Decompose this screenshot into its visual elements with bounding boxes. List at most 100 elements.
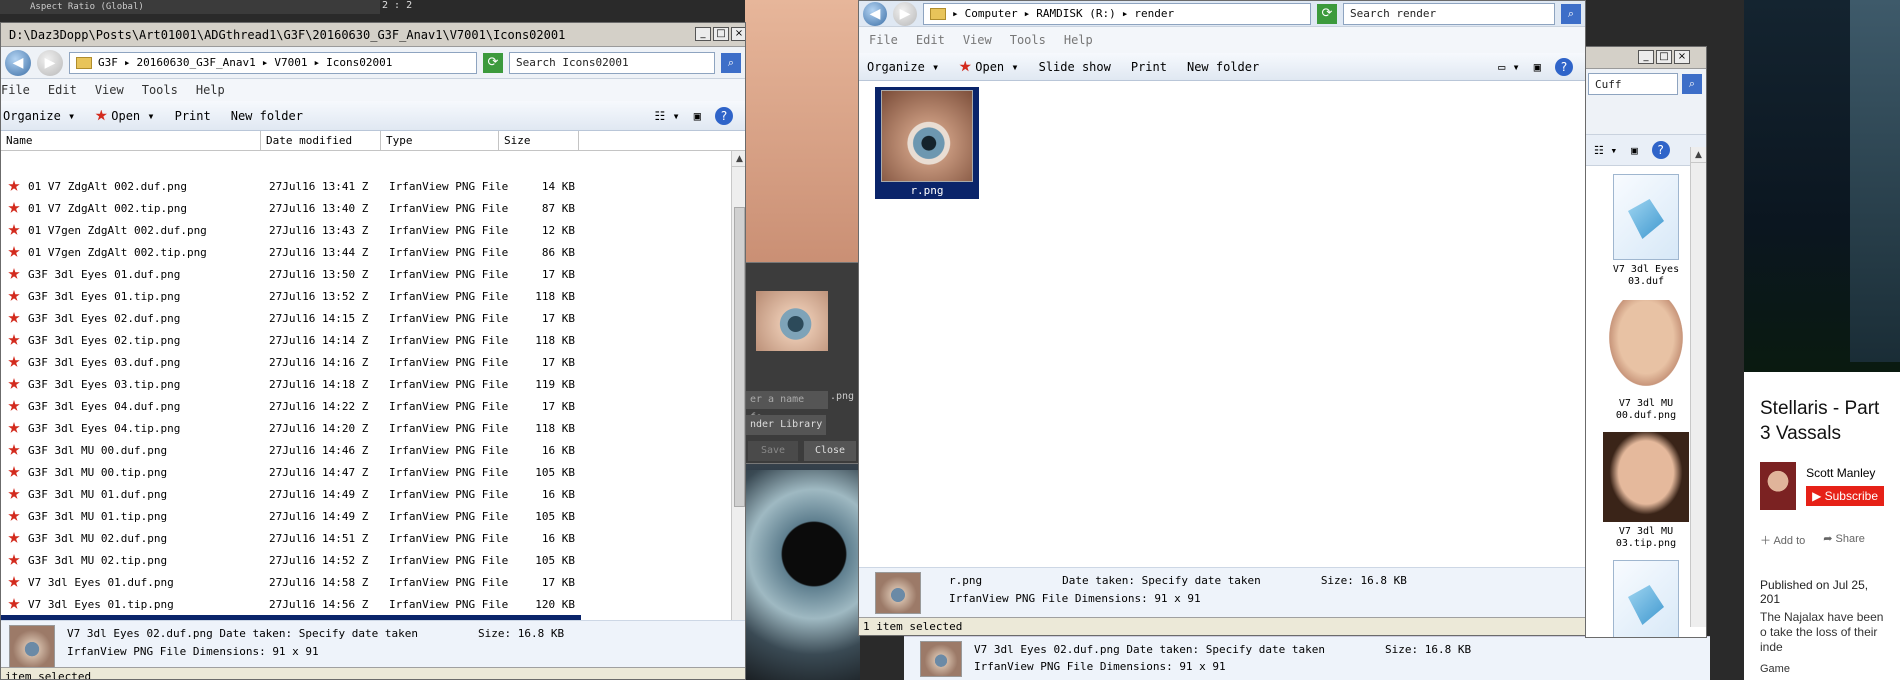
render-thumbnail[interactable]: [756, 291, 828, 351]
table-row[interactable]: 01 V7gen ZdgAlt 002.tip.png 27Jul16 13:44…: [1, 241, 581, 263]
right-organize-button[interactable]: Organize ▾: [867, 60, 939, 74]
right-new-folder-button[interactable]: New folder: [1187, 60, 1259, 74]
partial-pane-icon[interactable]: ▣: [1631, 144, 1638, 157]
column-type[interactable]: Type: [381, 131, 499, 150]
table-row[interactable]: G3F 3dl Eyes 02.duf.png 27Jul16 14:15 Z Ir…: [1, 307, 581, 329]
right-crumb-2[interactable]: render: [1134, 7, 1174, 20]
preview-pane-icon[interactable]: ▣: [694, 109, 701, 123]
scroll-thumb[interactable]: [734, 207, 745, 507]
menu-edit[interactable]: Edit: [48, 83, 77, 97]
scroll-up-icon[interactable]: ▲: [732, 151, 745, 167]
table-row[interactable]: G3F 3dl Eyes 01.duf.png 27Jul16 13:50 Z Ir…: [1, 263, 581, 285]
right-address-bar[interactable]: ▸ Computer ▸ RAMDISK (R:) ▸ render: [923, 2, 1311, 25]
add-to-button[interactable]: ＋ Add to: [1760, 532, 1805, 548]
table-row[interactable]: G3F 3dl Eyes 04.duf.png 27Jul16 14:22 Z Ir…: [1, 395, 581, 417]
right-menu-view[interactable]: View: [963, 33, 992, 47]
partial-scrollbar[interactable]: ▲: [1690, 147, 1706, 627]
maximize-icon[interactable]: □: [713, 27, 729, 41]
new-folder-button[interactable]: New folder: [231, 109, 303, 123]
right-menu-edit[interactable]: Edit: [916, 33, 945, 47]
partial-search-input[interactable]: Cuff: [1588, 73, 1678, 95]
column-size[interactable]: Size: [499, 131, 579, 150]
help-icon[interactable]: ?: [715, 106, 733, 125]
right-views-icon[interactable]: ▭ ▾: [1498, 60, 1520, 74]
partial-item-3[interactable]: [1586, 560, 1706, 637]
organize-button[interactable]: Organize ▾: [3, 109, 75, 123]
left-vertical-scrollbar[interactable]: ▲: [731, 151, 745, 639]
open-button[interactable]: Open ▾: [95, 109, 155, 123]
menu-file[interactable]: File: [1, 83, 30, 97]
slideshow-button[interactable]: Slide show: [1039, 60, 1111, 74]
table-row[interactable]: G3F 3dl Eyes 02.tip.png 27Jul16 14:14 Z Ir…: [1, 329, 581, 351]
table-row[interactable]: G3F 3dl MU 02.tip.png 27Jul16 14:52 Z Irfa…: [1, 549, 581, 571]
refresh-icon[interactable]: ⟳: [483, 52, 503, 73]
back-button[interactable]: ◀: [5, 49, 31, 76]
table-row[interactable]: 01 V7 ZdgAlt 002.duf.png 27Jul16 13:41 Z I…: [1, 175, 581, 197]
right-back-button[interactable]: ◀: [863, 1, 887, 26]
render-name-input[interactable]: er a name fo...: [746, 391, 828, 423]
right-menu-tools[interactable]: Tools: [1010, 33, 1046, 47]
close-icon[interactable]: ×: [731, 27, 745, 41]
render-file-item[interactable]: r.png: [875, 87, 979, 199]
render-library-select[interactable]: nder Library ▾: [746, 415, 826, 450]
menu-view[interactable]: View: [95, 83, 124, 97]
partial-item-1[interactable]: V7 3dl MU 00.duf.png: [1586, 300, 1706, 422]
left-address-bar[interactable]: G3F ▸ 20160630_G3F_Anav1 ▸ V7001 ▸ Icons020…: [69, 51, 477, 74]
partial-minimize-icon[interactable]: _: [1638, 50, 1654, 64]
crumb-0[interactable]: G3F: [98, 56, 118, 69]
right-menu-file[interactable]: File: [869, 33, 898, 47]
right-crumb-0[interactable]: Computer: [965, 7, 1018, 20]
right-forward-button[interactable]: ▶: [893, 1, 917, 26]
menu-tools[interactable]: Tools: [142, 83, 178, 97]
right-search-input[interactable]: Search render: [1343, 2, 1555, 25]
column-date[interactable]: Date modified: [261, 131, 381, 150]
right-search-icon[interactable]: ⌕: [1561, 3, 1581, 24]
right-help-icon[interactable]: ?: [1555, 57, 1573, 76]
share-button[interactable]: ➦ Share: [1823, 532, 1865, 548]
table-row[interactable]: G3F 3dl Eyes 01.tip.png 27Jul16 13:52 Z Ir…: [1, 285, 581, 307]
search-icon[interactable]: ⌕: [721, 52, 741, 73]
table-row[interactable]: G3F 3dl Eyes 03.tip.png 27Jul16 14:18 Z Ir…: [1, 373, 581, 395]
partial-close-icon[interactable]: ×: [1674, 50, 1690, 64]
menu-help[interactable]: Help: [196, 83, 225, 97]
table-row[interactable]: 01 V7 ZdgAlt 002.tip.png 27Jul16 13:40 Z I…: [1, 197, 581, 219]
right-preview-pane-icon[interactable]: ▣: [1534, 60, 1541, 74]
right-refresh-icon[interactable]: ⟳: [1317, 3, 1337, 24]
table-row[interactable]: V7 3dl Eyes 01.tip.png 27Jul16 14:56 Z Irf…: [1, 593, 581, 615]
crumb-2[interactable]: V7001: [274, 56, 307, 69]
table-row[interactable]: G3F 3dl Eyes 03.duf.png 27Jul16 14:16 Z Ir…: [1, 351, 581, 373]
partial-search-icon[interactable]: ⌕: [1682, 74, 1702, 94]
print-button[interactable]: Print: [175, 109, 211, 123]
render-close-button[interactable]: Close: [804, 441, 856, 461]
table-row[interactable]: G3F 3dl MU 02.duf.png 27Jul16 14:51 Z Irfa…: [1, 527, 581, 549]
subscribe-button[interactable]: ▶ Subscribe: [1806, 486, 1884, 506]
crumb-3[interactable]: Icons02001: [326, 56, 392, 69]
partial-views-icon[interactable]: ☷ ▾: [1594, 144, 1617, 157]
right-print-button[interactable]: Print: [1131, 60, 1167, 74]
right-open-button[interactable]: Open ▾: [959, 60, 1019, 74]
right-crumb-1[interactable]: RAMDISK (R:): [1036, 7, 1115, 20]
forward-button[interactable]: ▶: [37, 49, 63, 76]
table-row[interactable]: V7 3dl Eyes 01.duf.png 27Jul16 14:58 Z Irf…: [1, 571, 581, 593]
partial-help-icon[interactable]: ?: [1651, 141, 1670, 159]
views-icon[interactable]: ☷ ▾: [655, 109, 680, 123]
minimize-icon[interactable]: _: [695, 27, 711, 41]
table-row[interactable]: 01 V7gen ZdgAlt 002.duf.png 27Jul16 13:43…: [1, 219, 581, 241]
table-row[interactable]: G3F 3dl MU 01.duf.png 27Jul16 14:49 Z Irfa…: [1, 483, 581, 505]
render-save-button[interactable]: Save: [748, 441, 798, 461]
table-row[interactable]: G3F 3dl MU 00.tip.png 27Jul16 14:47 Z Irfa…: [1, 461, 581, 483]
left-search-input[interactable]: Search Icons02001: [509, 51, 715, 74]
channel-name[interactable]: Scott Manley: [1806, 466, 1884, 480]
table-row[interactable]: G3F 3dl MU 01.tip.png 27Jul16 14:49 Z Irfa…: [1, 505, 581, 527]
table-row[interactable]: G3F 3dl MU 00.duf.png 27Jul16 14:46 Z Irfa…: [1, 439, 581, 461]
channel-avatar[interactable]: [1760, 462, 1797, 510]
video-player[interactable]: [1744, 0, 1900, 372]
partial-item-0[interactable]: V7 3dl Eyes 03.duf: [1586, 174, 1706, 288]
crumb-1[interactable]: 20160630_G3F_Anav1: [137, 56, 256, 69]
column-name[interactable]: Name: [1, 131, 261, 150]
partial-maximize-icon[interactable]: □: [1656, 50, 1672, 64]
right-menu-help[interactable]: Help: [1064, 33, 1093, 47]
partial-item-2[interactable]: V7 3dl MU 03.tip.png: [1586, 432, 1706, 550]
partial-scroll-up-icon[interactable]: ▲: [1691, 147, 1706, 163]
table-row[interactable]: G3F 3dl Eyes 04.tip.png 27Jul16 14:20 Z Ir…: [1, 417, 581, 439]
